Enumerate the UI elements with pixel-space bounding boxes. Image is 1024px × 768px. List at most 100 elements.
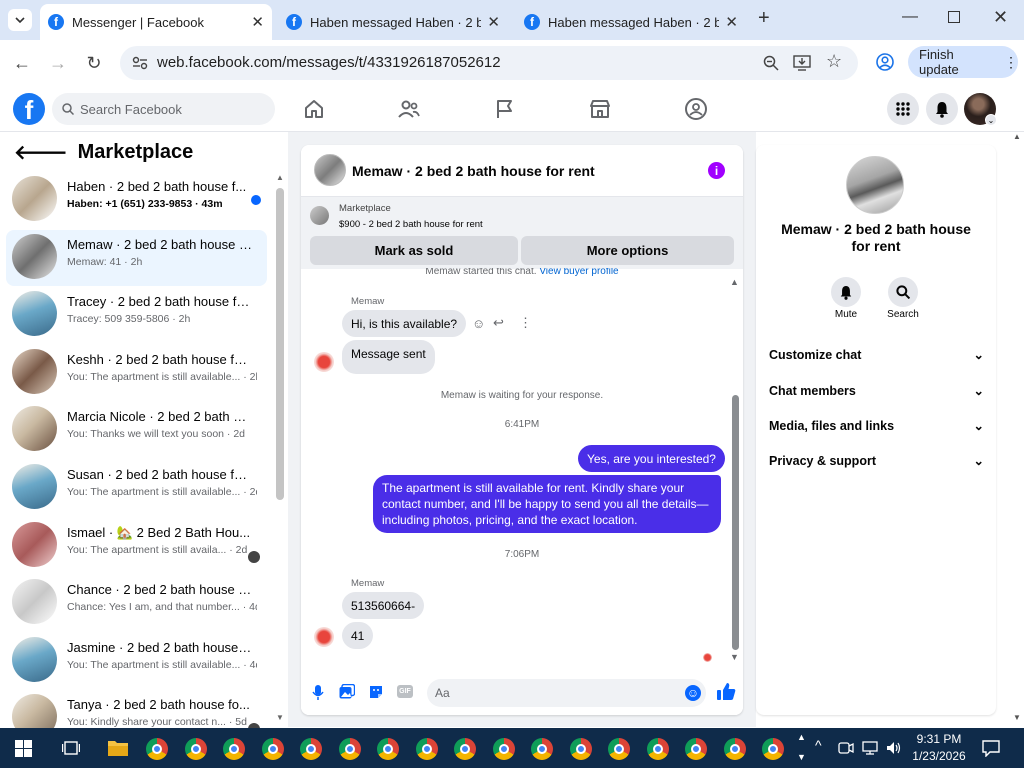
scroll-up-arrow[interactable]: ▲ (276, 173, 284, 182)
sender-avatar[interactable] (314, 352, 334, 372)
chrome-taskbar-icon[interactable] (608, 738, 630, 760)
incoming-message[interactable]: Hi, is this available? (342, 310, 467, 337)
page-scroll-up[interactable]: ▲ (1013, 132, 1021, 141)
chrome-taskbar-icon[interactable] (415, 738, 438, 760)
chrome-taskbar-icon[interactable] (531, 738, 553, 760)
chrome-taskbar-icon[interactable] (261, 738, 284, 760)
sender-avatar[interactable] (314, 627, 334, 647)
clock-time[interactable]: 9:31 PM (906, 732, 972, 746)
conversation-item[interactable]: Tracey · 2 bed 2 bath house for ... Trace… (6, 287, 267, 343)
new-tab-button[interactable]: + (758, 7, 770, 30)
more-menu-icon[interactable]: ⋮ (1004, 54, 1018, 71)
file-explorer-icon[interactable] (107, 738, 129, 757)
tab-messenger[interactable]: f Messenger | Facebook ✕ (40, 4, 272, 40)
gif-icon[interactable]: GIF (397, 685, 413, 698)
groups-icon[interactable] (684, 97, 708, 121)
chrome-taskbar-icon[interactable] (646, 738, 669, 760)
view-buyer-profile-link[interactable]: View buyer profile (539, 268, 618, 277)
react-emoji-icon[interactable]: ☺ (472, 316, 485, 331)
restore-button[interactable] (948, 11, 960, 23)
chrome-taskbar-icon[interactable] (569, 738, 592, 760)
messages-scroll-up[interactable]: ▲ (730, 277, 739, 287)
finish-update-button[interactable]: Finish update ⋮ (908, 46, 1018, 78)
outgoing-message[interactable]: Yes, are you interested? (578, 445, 725, 472)
account-chevron-icon[interactable]: ⌄ (985, 114, 997, 126)
scroll-down-arrow[interactable]: ▼ (276, 713, 284, 722)
site-info-icon[interactable] (132, 56, 148, 70)
photo-icon[interactable] (339, 684, 355, 699)
listing-thumbnail[interactable] (314, 154, 346, 186)
messages-scrollbar[interactable] (732, 395, 739, 650)
conversation-item[interactable]: Susan · 2 bed 2 bath house for r... You: … (6, 460, 267, 516)
notifications-button[interactable] (926, 93, 958, 125)
address-bar[interactable]: web.facebook.com/messages/t/433192618705… (120, 46, 858, 80)
pages-flag-icon[interactable] (493, 97, 517, 121)
chrome-taskbar-icon[interactable] (723, 738, 746, 760)
message-more-icon[interactable]: ⋮ (519, 315, 532, 331)
info-listing-photo[interactable] (846, 156, 904, 214)
incoming-message[interactable]: 41 (342, 622, 374, 649)
close-tab-icon[interactable]: ✕ (251, 13, 264, 31)
taskbar-scroll-up[interactable]: ▲ (797, 732, 806, 742)
sidebar-scrollbar[interactable] (276, 188, 284, 500)
chrome-taskbar-icon[interactable] (300, 738, 322, 760)
install-app-icon[interactable] (793, 54, 811, 71)
conversation-item[interactable]: Memaw · 2 bed 2 bath house fo... Memaw: 4… (6, 229, 267, 286)
page-scroll-down[interactable]: ▼ (1013, 713, 1021, 722)
info-icon[interactable]: i (708, 162, 725, 179)
messages-scroll-down[interactable]: ▼ (730, 652, 739, 662)
clock-date[interactable]: 1/23/2026 (906, 749, 972, 763)
meet-now-icon[interactable] (838, 741, 854, 755)
reload-button[interactable]: ↻ (81, 50, 107, 76)
conversation-item[interactable]: Jasmine · 2 bed 2 bath house fo... You: T… (6, 633, 267, 689)
task-view-icon[interactable] (62, 740, 80, 756)
chrome-taskbar-icon[interactable] (685, 738, 707, 760)
facebook-logo-icon[interactable]: f (13, 93, 45, 125)
tab-haben-1[interactable]: f Haben messaged Haben · 2 bed ✕ (278, 4, 508, 40)
conversation-item[interactable]: Chance · 2 bed 2 bath house for... Chance… (6, 575, 267, 631)
bookmark-star-icon[interactable]: ☆ (826, 51, 842, 72)
home-icon[interactable] (302, 97, 326, 121)
facebook-search-input[interactable]: Search Facebook (52, 93, 275, 125)
sticker-icon[interactable] (368, 684, 384, 700)
forward-button[interactable]: → (45, 50, 71, 76)
marketplace-icon[interactable] (588, 97, 612, 121)
incoming-message[interactable]: 513560664- (342, 592, 425, 619)
search-chat-button[interactable] (888, 277, 918, 307)
back-arrow-icon[interactable]: 🡐 (14, 140, 68, 165)
more-options-button[interactable]: More options (521, 236, 734, 265)
section-privacy-support[interactable]: Privacy & support ⌄ (769, 453, 984, 469)
friends-icon[interactable] (397, 97, 421, 121)
mark-as-sold-button[interactable]: Mark as sold (310, 236, 518, 265)
close-window-button[interactable]: ✕ (993, 7, 1008, 28)
listing-title[interactable]: $900 - 2 bed 2 bath house for rent (339, 219, 483, 230)
mute-button[interactable] (831, 277, 861, 307)
chrome-taskbar-icon[interactable] (377, 738, 399, 760)
chrome-taskbar-icon[interactable] (146, 738, 168, 760)
menu-grid-button[interactable] (887, 93, 919, 125)
profile-icon[interactable] (876, 53, 894, 71)
chat-title[interactable]: Memaw · 2 bed 2 bath house for rent (352, 163, 595, 179)
minimize-button[interactable]: — (902, 8, 918, 26)
message-input[interactable]: Aa ☺ (427, 679, 706, 707)
section-customize-chat[interactable]: Customize chat ⌄ (769, 347, 984, 363)
back-button[interactable]: ← (9, 50, 35, 76)
conversation-item[interactable]: Keshh · 2 bed 2 bath house for r... You: … (6, 345, 267, 401)
conversation-item[interactable]: Haben · 2 bed 2 bath house f... Haben: +1… (6, 172, 267, 228)
volume-icon[interactable] (886, 741, 902, 755)
chrome-taskbar-icon[interactable] (492, 738, 515, 760)
notification-center-icon[interactable] (982, 740, 1000, 757)
network-icon[interactable] (862, 741, 878, 755)
incoming-message[interactable]: Message sent (342, 340, 435, 374)
chrome-taskbar-icon[interactable] (454, 738, 476, 760)
show-hidden-icons[interactable]: ^ (815, 737, 822, 753)
chrome-taskbar-icon[interactable] (184, 738, 207, 760)
section-media-files-links[interactable]: Media, files and links ⌄ (769, 418, 984, 434)
chrome-taskbar-icon[interactable] (223, 738, 245, 760)
taskbar-scroll-down[interactable]: ▼ (797, 752, 806, 762)
chrome-taskbar-icon[interactable] (762, 738, 784, 760)
tab-haben-2[interactable]: f Haben messaged Haben · 2 bed ✕ (516, 4, 746, 40)
emoji-icon[interactable]: ☺ (685, 685, 701, 701)
close-tab-icon[interactable]: ✕ (725, 13, 738, 31)
chrome-taskbar-icon[interactable] (338, 738, 361, 760)
